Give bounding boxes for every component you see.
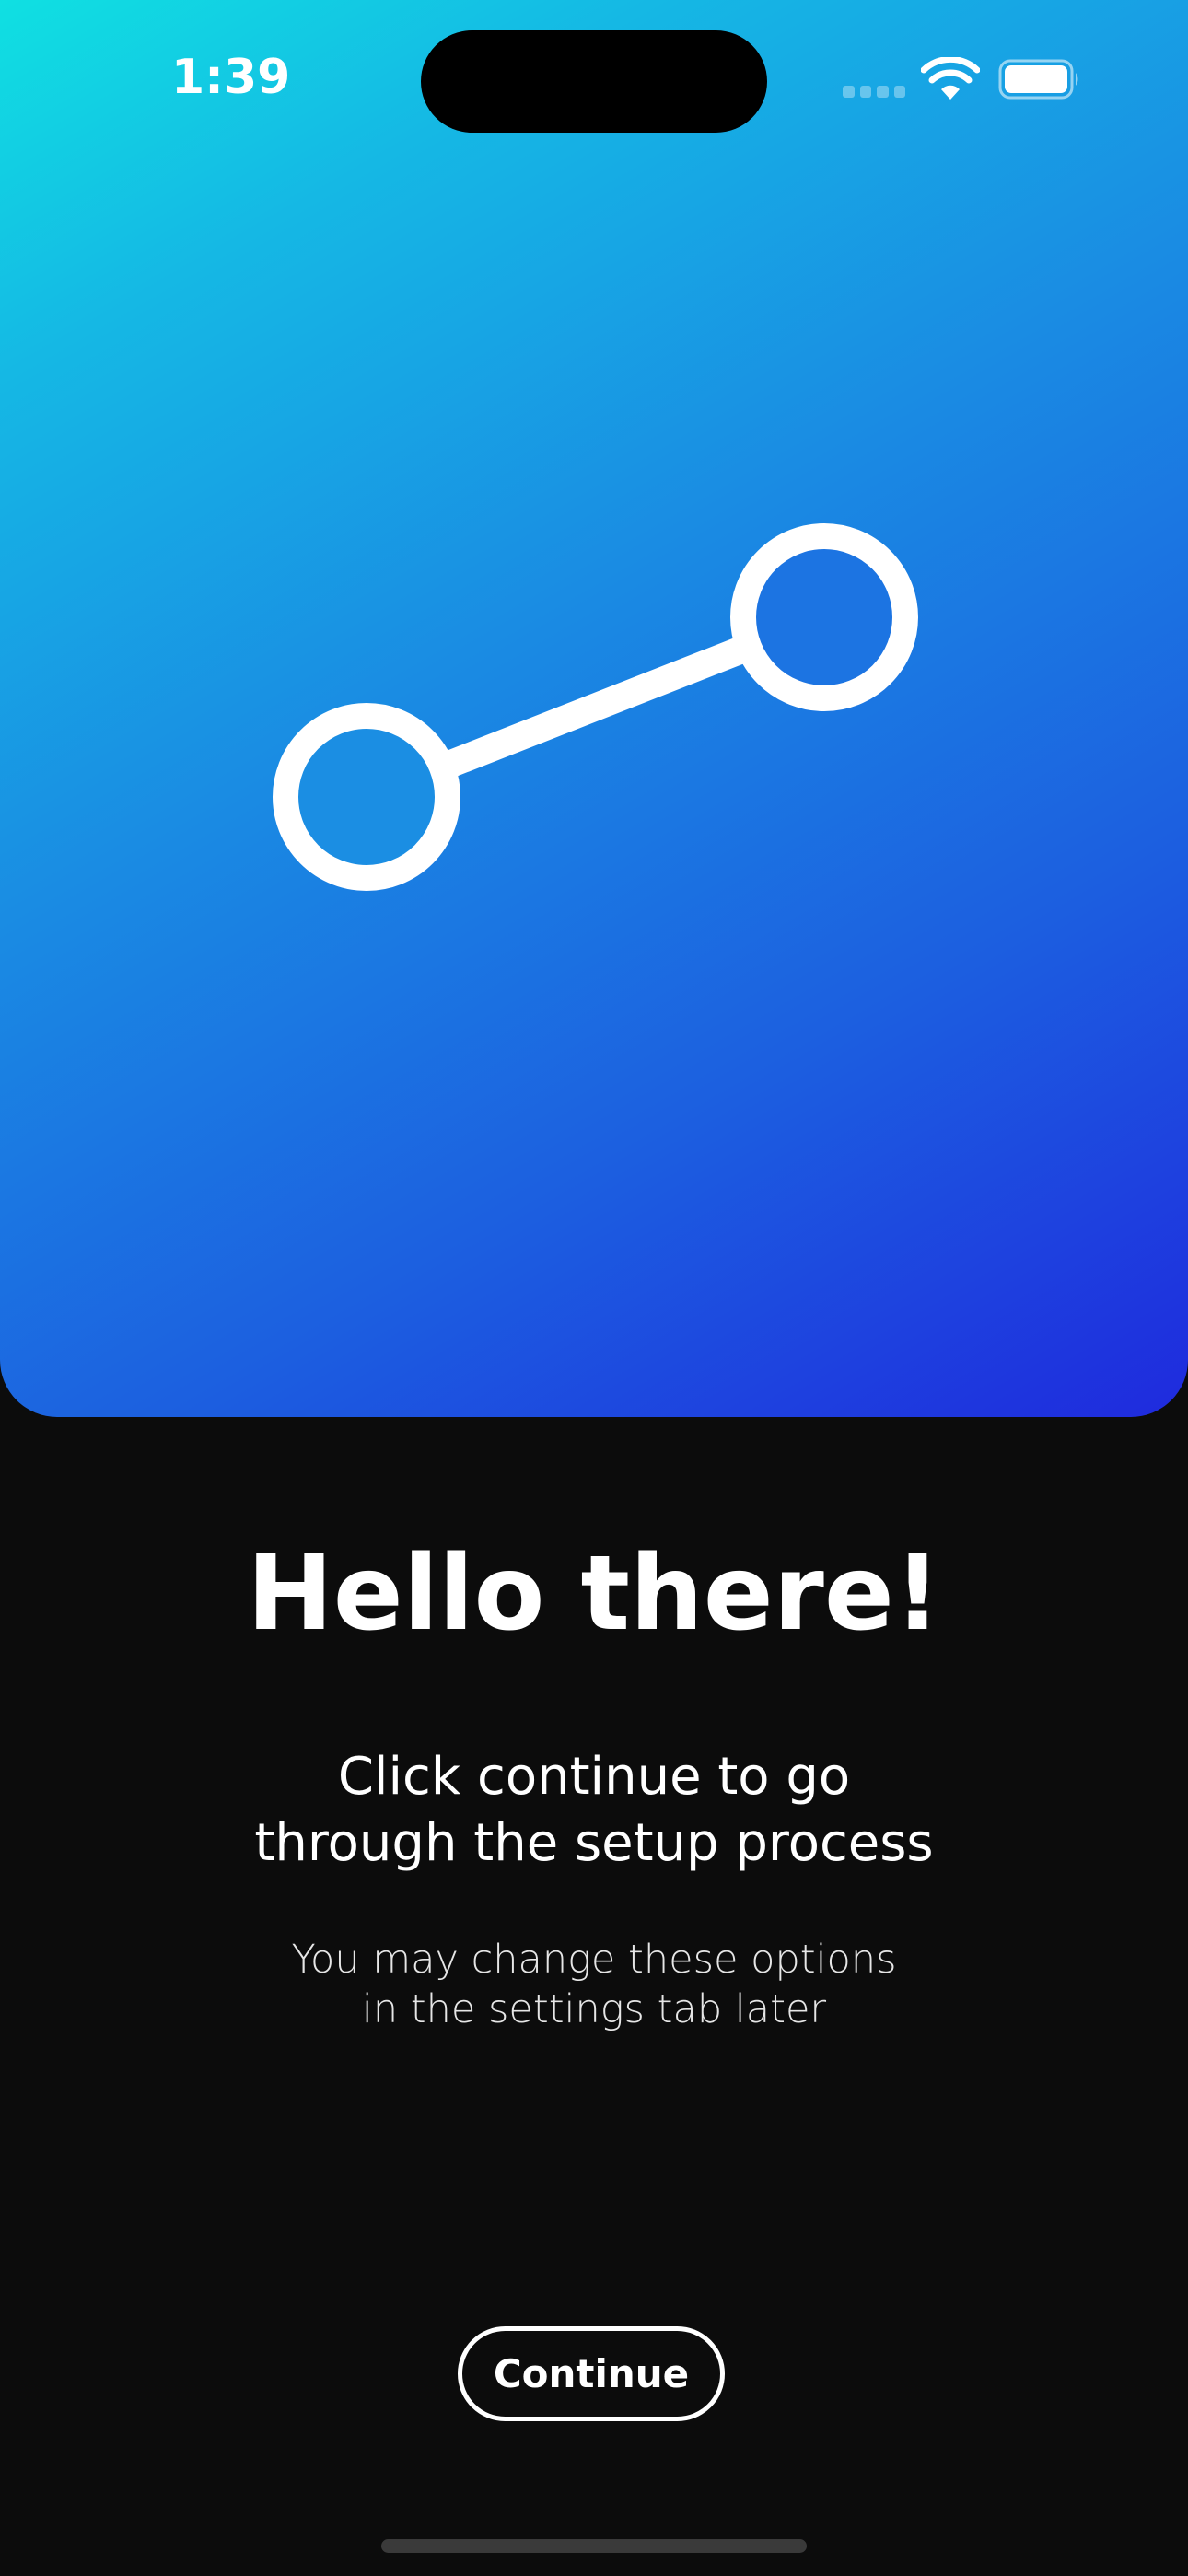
note-line: You may change these options: [291, 1937, 897, 1983]
page-title: Hello there!: [247, 1534, 941, 1654]
wifi-icon: [921, 57, 980, 100]
setup-instructions: Click continue to go through the setup p…: [134, 1744, 1054, 1877]
onboarding-screen: 1:39 Hello there! Click continue to go t…: [0, 0, 1188, 2576]
continue-button[interactable]: Continue: [458, 2326, 725, 2421]
cellular-signal-icon: [843, 86, 905, 99]
status-time: 1:39: [171, 50, 291, 105]
hero-banner: 1:39: [0, 0, 1188, 1417]
subtitle-line: through the setup process: [254, 1813, 934, 1873]
connection-icon: [273, 523, 918, 891]
battery-icon: [998, 59, 1078, 100]
note-line: in the settings tab later: [361, 1986, 827, 2032]
settings-note: You may change these options in the sett…: [180, 1935, 1008, 2034]
subtitle-line: Click continue to go: [337, 1747, 851, 1807]
home-indicator[interactable]: [381, 2539, 807, 2553]
dynamic-island: [421, 30, 767, 133]
